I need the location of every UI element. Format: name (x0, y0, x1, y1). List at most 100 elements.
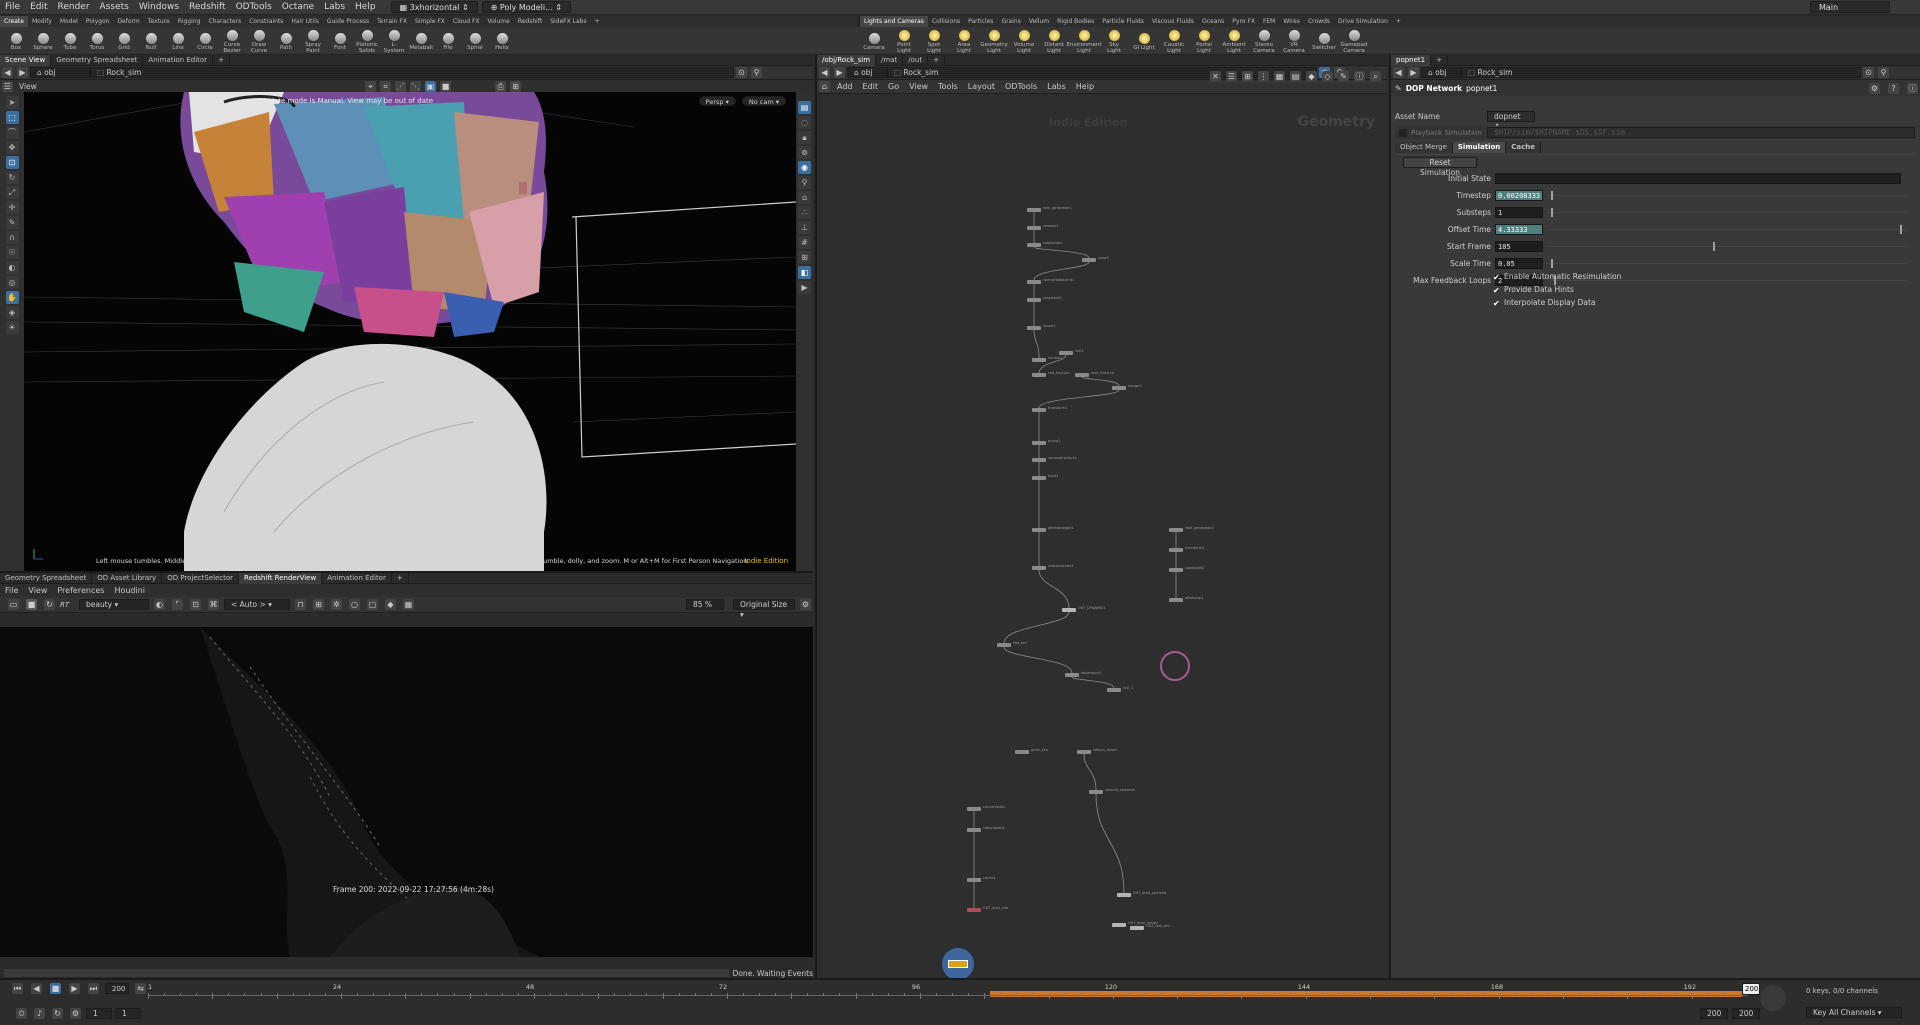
tool-helix[interactable]: Helix (490, 31, 514, 51)
step-back-icon[interactable]: ◀ (31, 983, 42, 994)
network-menu-view[interactable]: View (904, 82, 933, 91)
shelf-left-tab-rigging[interactable]: Rigging (174, 16, 205, 27)
tool-l-system[interactable]: L-System (382, 28, 406, 54)
info-node-icon[interactable]: ⓘ (1907, 82, 1918, 94)
tool-volume-light[interactable]: Volume Light (1012, 28, 1036, 54)
wrench-icon[interactable]: ✕ (1210, 71, 1221, 82)
node-dopimport1[interactable]: dopimport1 (1065, 671, 1101, 677)
step-field[interactable]: 1 (115, 1008, 141, 1019)
shelf-left-tab-hair-utils[interactable]: Hair Utils (287, 16, 322, 27)
renderview-menu-houdini[interactable]: Houdini (109, 586, 150, 595)
network-menu-add[interactable]: Add (832, 82, 858, 91)
network-menu-labs[interactable]: Labs (1042, 82, 1071, 91)
shelf-right-tab-particles[interactable]: Particles (964, 16, 997, 27)
zoom-icon[interactable]: ⌕ (1370, 71, 1381, 82)
shelf-left-add-tab-icon[interactable]: + (591, 16, 604, 27)
renderview-menu-view[interactable]: View (23, 586, 52, 595)
layout-icon[interactable]: ▦ (1274, 71, 1285, 82)
menu-windows[interactable]: Windows (134, 0, 184, 15)
tool-vr-camera[interactable]: VR Camera (1282, 28, 1306, 54)
shelf-left-tab-terrain-fx[interactable]: Terrain FX (373, 16, 411, 27)
range-end-a[interactable]: 200 (1700, 1008, 1728, 1019)
node-subdivide1[interactable]: subdivide1 (1027, 241, 1062, 247)
workspace-dropdown[interactable]: Main (1810, 1, 1890, 13)
node-vdbsmooth1[interactable]: vdbsmooth1 (967, 826, 1005, 832)
asset-name-field[interactable]: dopnet ⇕ (1487, 111, 1535, 131)
param-path-node[interactable]: ⬚ Rock_sim (1461, 67, 1861, 78)
handle-icon[interactable]: ✛ (5, 201, 19, 214)
shade-icon[interactable]: ◉ (798, 161, 811, 174)
save-image-icon[interactable]: ▭ (8, 599, 19, 610)
node-subdivide2[interactable]: subdivide2 (1169, 566, 1204, 572)
range-end-b[interactable]: 200 (1732, 1008, 1760, 1019)
node-transform1[interactable]: transform1 (1032, 406, 1067, 412)
node-out-rest-rbd[interactable]: OUT_rest_rbd (1130, 924, 1170, 930)
node-out-dust-vdb[interactable]: OUT_dust_vdb (967, 906, 1008, 912)
network-menu-edit[interactable]: Edit (858, 82, 884, 91)
selected-node[interactable] (948, 960, 968, 968)
node-name[interactable]: popnet1 (1466, 84, 1497, 93)
link-icon[interactable]: ⚲ (751, 67, 762, 78)
param-forward-icon[interactable]: ▶ (1408, 67, 1419, 78)
check-enable-automatic-resimulation[interactable]: ✔ Enable Automatic Resimulation (1493, 272, 1621, 283)
path-obj[interactable]: ⌂ obj (30, 67, 90, 78)
node-voronoifracture1[interactable]: voronoifracture1 (1032, 456, 1077, 462)
param-tab[interactable]: popnet1 (1391, 54, 1432, 66)
viewport-tab-scene-view[interactable]: Scene View (0, 54, 52, 66)
gear-icon[interactable]: ⚙ (1869, 82, 1880, 94)
tool-null[interactable]: Null (139, 31, 163, 51)
renderview-tab-geometry-spreadsheet[interactable]: Geometry Spreadsheet (0, 572, 93, 584)
menu-odtools[interactable]: ODTools (231, 0, 277, 15)
realtime-icon[interactable]: ⏲ (16, 1008, 27, 1019)
node-out-dust-particles[interactable]: OUT_dust_particles (1117, 891, 1167, 897)
tool-platonic-solids[interactable]: Platonic Solids (355, 28, 379, 54)
tool-sky-light[interactable]: Sky Light (1102, 28, 1126, 54)
viewport-tab-animation-editor[interactable]: Animation Editor (143, 54, 214, 66)
tool-stereo-camera[interactable]: Stereo Camera (1252, 28, 1276, 54)
tool-spot-light[interactable]: Spot Light (922, 28, 946, 54)
param-slider[interactable] (1547, 242, 1907, 251)
shelf-right-tab-crowds[interactable]: Crowds (1304, 16, 1334, 27)
network-menu-layout[interactable]: Layout (963, 82, 1000, 91)
node-rbdconstraint1[interactable]: rbdconstraint1 (1032, 564, 1074, 570)
param-slider[interactable] (1547, 259, 1907, 268)
brush-icon[interactable]: ✎ (5, 216, 19, 229)
color-icon[interactable]: ◐ (154, 599, 165, 610)
path-node[interactable]: ⬚ Rock_sim (90, 67, 734, 78)
tool-circle[interactable]: Circle (193, 31, 217, 51)
cam-menu[interactable]: No cam ▾ (741, 96, 786, 106)
network-menu-go[interactable]: Go (883, 82, 904, 91)
palette-icon[interactable]: ◆ (385, 599, 396, 610)
shelf-left-tab-polygon[interactable]: Polygon (82, 16, 114, 27)
rt-toggle[interactable]: RT (60, 601, 76, 609)
add-param-tab-icon[interactable]: + (1431, 54, 1448, 66)
viewport-tab-geometry-spreadsheet[interactable]: Geometry Spreadsheet (51, 54, 144, 66)
node-null1[interactable]: null1 (1059, 349, 1084, 355)
ghost-icon[interactable]: ◌ (798, 116, 811, 129)
play-icon[interactable]: ▶ (69, 983, 80, 994)
lock-render-icon[interactable]: ⊓ (295, 599, 306, 610)
tool-caustic-light[interactable]: Caustic Light (1162, 28, 1186, 54)
tool-draw-curve[interactable]: Draw Curve (247, 28, 271, 54)
menu-edit[interactable]: Edit (25, 0, 52, 15)
select-arrow-icon[interactable]: ➤ (5, 96, 19, 109)
shelf-right-tab-oceans[interactable]: Oceans (1198, 16, 1228, 27)
camera-tool-icon[interactable]: ✋ (5, 291, 19, 304)
grid-icon[interactable]: ⊞ (1242, 71, 1253, 82)
tool-curve-bezier[interactable]: Curve Bezier (220, 28, 244, 54)
tool-geometry-light[interactable]: Geometry Light (980, 28, 1008, 54)
render-settings-icon[interactable]: ⚙ (800, 599, 811, 610)
render-icon[interactable]: ◎ (5, 276, 19, 289)
shelf-right-tab-grains[interactable]: Grains (997, 16, 1024, 27)
zoom-select[interactable]: 85 % (686, 599, 724, 610)
shelf-left-tab-cloud-fx[interactable]: Cloud FX (449, 16, 484, 27)
pin-icon[interactable]: ⊙ (736, 67, 747, 78)
back-icon[interactable]: ◀ (2, 67, 13, 78)
shelf-right-tab-drive-simulation[interactable]: Drive Simulation (1334, 16, 1392, 27)
step-mode-icon[interactable]: ⇋ (135, 983, 146, 994)
menu-assets[interactable]: Assets (95, 0, 134, 15)
shelf-left-tab-deform[interactable]: Deform (113, 16, 143, 27)
param-value-field[interactable]: 105 (1495, 241, 1543, 252)
camera-select[interactable]: < Auto > ▾ (224, 599, 290, 610)
slider-knob[interactable] (1712, 242, 1715, 251)
